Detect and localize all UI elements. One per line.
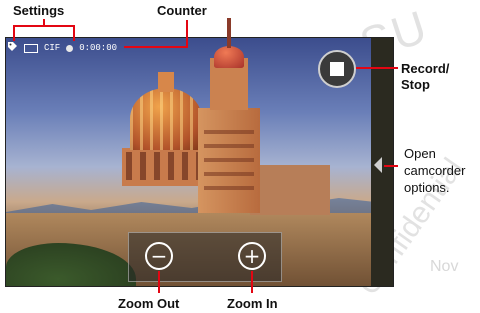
options-label-line1: Open	[404, 146, 436, 161]
plus-circle-icon: +	[243, 244, 261, 268]
record-stop-label-line2: Stop	[401, 77, 430, 92]
zoom-in-button[interactable]: +	[238, 242, 266, 270]
zoom-in-label: Zoom In	[227, 296, 278, 311]
options-callout-line	[384, 165, 398, 167]
options-label-line2: camcorder	[404, 163, 466, 178]
tower-windows	[204, 120, 254, 200]
settings-label: Settings	[13, 3, 65, 18]
dome-stripes	[130, 88, 202, 150]
options-label-line3: options.	[404, 180, 450, 195]
storage-icon	[24, 43, 38, 53]
minus-circle-icon: −	[150, 244, 168, 268]
counter-label: Counter	[157, 3, 207, 18]
record-dot-icon	[66, 44, 74, 52]
status-bar: CIF 0:00:00	[7, 38, 117, 58]
record-callout-line	[356, 67, 398, 69]
zoom-out-callout-line	[158, 271, 160, 293]
resolution-label: CIF	[44, 43, 61, 53]
record-stop-label-line1: Record/	[401, 61, 450, 76]
settings-callout-line-right	[73, 25, 75, 41]
zoom-out-label: Zoom Out	[118, 296, 180, 311]
tower-spire	[227, 18, 231, 48]
dome-lantern	[158, 72, 174, 92]
counter-callout-line-v	[186, 20, 188, 48]
settings-callout-line-left	[13, 25, 15, 41]
church-nave	[250, 165, 330, 215]
cathedral-windows	[126, 152, 206, 180]
tower-dome	[214, 46, 244, 68]
counter-display: 0:00:00	[79, 43, 118, 53]
zoom-in-callout-line	[251, 271, 253, 293]
tag-icon[interactable]	[7, 41, 18, 55]
counter-callout-line-h	[124, 46, 188, 48]
watermark-date: Nov	[430, 258, 459, 275]
zoom-out-button[interactable]: −	[145, 242, 173, 270]
record-stop-button[interactable]	[318, 50, 356, 88]
chevron-left-icon[interactable]	[374, 157, 382, 173]
settings-callout-line-up	[43, 19, 45, 27]
stop-square-icon	[330, 62, 344, 76]
